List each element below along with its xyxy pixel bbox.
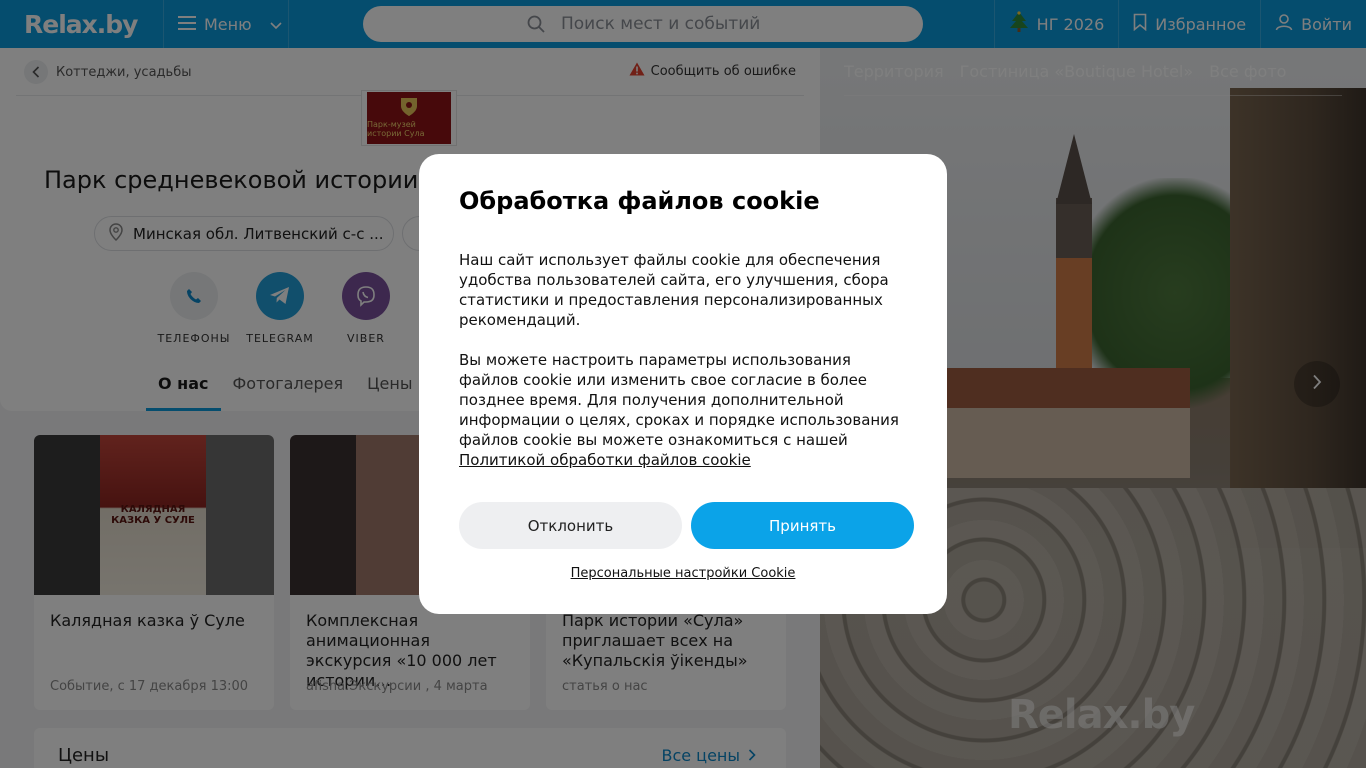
cookie-dialog-body: Наш сайт использует файлы cookie для обе…: [459, 250, 909, 470]
cookie-paragraph-1: Наш сайт использует файлы cookie для обе…: [459, 251, 889, 329]
cookie-settings-link[interactable]: Персональные настройки Cookie: [419, 566, 947, 581]
cookie-paragraph-2-text: Вы можете настроить параметры использова…: [459, 351, 899, 449]
cookie-dialog-title: Обработка файлов cookie: [459, 187, 820, 215]
cookie-policy-link[interactable]: Политикой обработки файлов cookie: [459, 451, 751, 469]
cookie-consent-dialog: Обработка файлов cookie Наш сайт использ…: [419, 154, 947, 614]
cookie-paragraph-2: Вы можете настроить параметры использова…: [459, 350, 909, 470]
accept-button[interactable]: Принять: [691, 502, 914, 549]
decline-button[interactable]: Отклонить: [459, 502, 682, 549]
